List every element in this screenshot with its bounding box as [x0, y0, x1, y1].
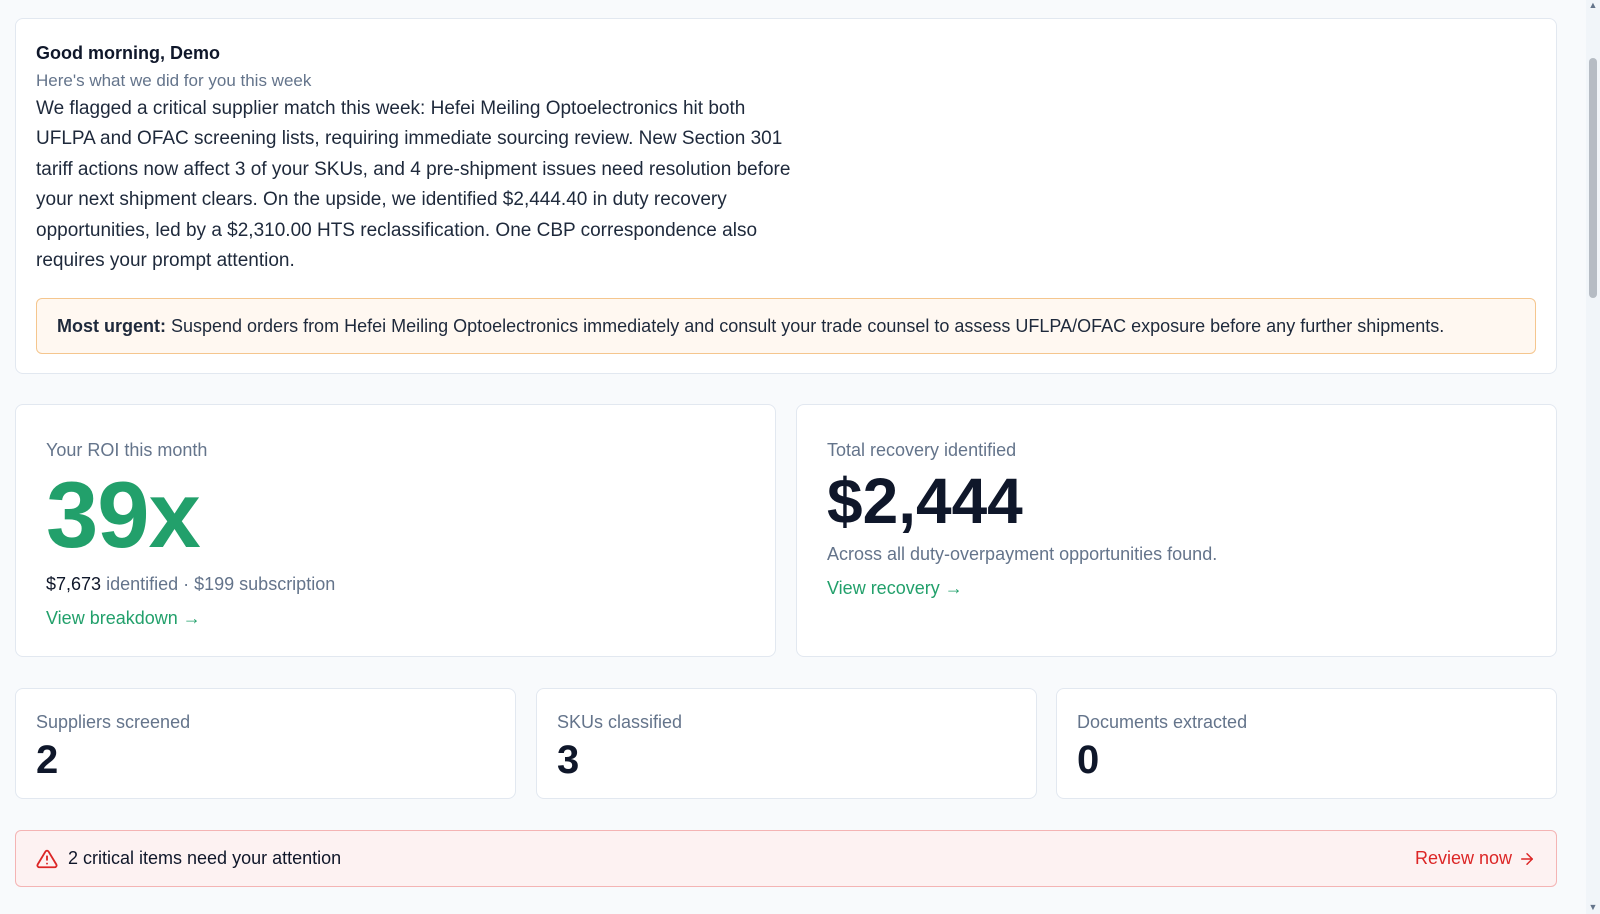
stat-value: 2 — [36, 738, 59, 782]
view-recovery-link[interactable]: View recovery → — [827, 577, 963, 599]
recovery-label: Total recovery identified — [827, 440, 1017, 460]
roi-identified-amount: $7,673 — [46, 574, 102, 594]
stat-label: Suppliers screened — [36, 712, 191, 732]
roi-identified-suffix: identified · $199 subscription — [106, 574, 336, 594]
roi-card: Your ROI this month 39x $7,673 identifie… — [15, 404, 776, 657]
critical-items-alert: 2 critical items need your attention Rev… — [15, 830, 1557, 887]
greeting-subtitle: Here's what we did for you this week — [36, 71, 312, 90]
greeting-heading: Good morning, Demo — [36, 43, 220, 63]
most-urgent-text: Suspend orders from Hefei Meiling Optoel… — [170, 315, 1445, 336]
scroll-thumb[interactable] — [1589, 58, 1597, 298]
recovery-card: Total recovery identified $2,444 Across … — [796, 404, 1557, 657]
arrow-right-icon — [1521, 852, 1533, 865]
stat-value: 3 — [557, 738, 580, 782]
review-now-link[interactable]: Review now — [1415, 848, 1536, 869]
weekly-summary-card: Good morning, Demo Here's what we did fo… — [15, 18, 1557, 374]
weekly-narrative: We flagged a critical supplier match thi… — [36, 98, 791, 272]
dashboard-page: Good morning, Demo Here's what we did fo… — [0, 0, 1600, 914]
recovery-value: $2,444 — [827, 465, 1023, 537]
scroll-up-arrow-icon[interactable]: ▲ — [1588, 0, 1598, 10]
stat-label: Documents extracted — [1077, 712, 1248, 732]
view-breakdown-link[interactable]: View breakdown → — [46, 607, 201, 629]
roi-label: Your ROI this month — [46, 440, 208, 460]
stat-card-documents: Documents extracted 0 — [1056, 688, 1557, 799]
scroll-down-arrow-icon[interactable]: ▼ — [1588, 902, 1598, 912]
stat-card-skus: SKUs classified 3 — [536, 688, 1037, 799]
page-scrollbar[interactable]: ▲ ▼ — [1586, 0, 1600, 914]
most-urgent-label: Most urgent: — [57, 315, 166, 336]
roi-value: 39x — [46, 462, 201, 567]
most-urgent-banner: Most urgent: Suspend orders from Hefei M… — [36, 298, 1536, 355]
warning-triangle-icon — [36, 848, 58, 870]
roi-meta: $7,673 identified · $199 subscription — [46, 573, 745, 595]
recovery-description: Across all duty-overpayment opportunitie… — [827, 544, 1218, 564]
stat-value: 0 — [1077, 738, 1100, 782]
stat-label: SKUs classified — [557, 712, 683, 732]
review-now-label: Review now — [1414, 848, 1512, 868]
stat-card-suppliers: Suppliers screened 2 — [15, 688, 516, 799]
alert-message: 2 critical items need your attention — [68, 848, 342, 868]
